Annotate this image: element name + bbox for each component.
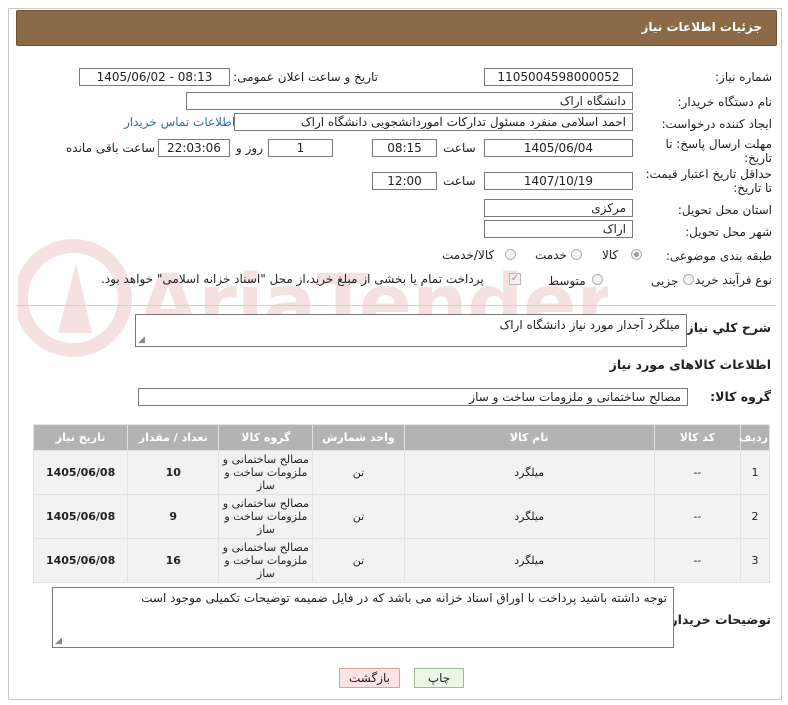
need-number-label: شماره نیاز:: [715, 70, 772, 84]
cell-group: مصالح ساختمانی و ملزومات ساخت و ساز: [218, 538, 314, 583]
price-validity-label: حداقل تاریخ اعتبار قیمت:: [645, 167, 772, 181]
price-validity-label-2: تا تاریخ:: [733, 181, 772, 195]
col-header-unit[interactable]: واحد شمارش: [312, 424, 405, 451]
table-header-row: ردیف کد کالا نام کالا واحد شمارش گروه کا…: [32, 424, 771, 451]
buyer-notes-textarea[interactable]: توجه داشته باشید پرداخت با اوراق اسناد خ…: [52, 587, 674, 648]
col-header-date[interactable]: تاریخ نیاز: [32, 424, 129, 451]
process-radio-medium[interactable]: [592, 274, 603, 285]
items-table: ردیف کد کالا نام کالا واحد شمارش گروه کا…: [32, 424, 771, 583]
header-bar: جزئیات اطلاعات نیاز: [16, 10, 777, 46]
category-option-goods: کالا: [602, 248, 619, 262]
deadline-time-label: ساعت: [443, 141, 476, 155]
cell-quantity: 9: [127, 494, 220, 539]
cell-quantity: 16: [127, 538, 220, 583]
need-number-field[interactable]: 1105004598000052: [484, 68, 633, 86]
deadline-time-field[interactable]: 08:15: [372, 139, 437, 157]
announce-label: تاریخ و ساعت اعلان عمومی:: [233, 70, 378, 84]
print-button[interactable]: چاپ: [414, 668, 464, 688]
col-header-quantity[interactable]: تعداد / مقدار: [127, 424, 220, 451]
goods-group-label: گروه کالا:: [710, 389, 771, 404]
cell-quantity: 10: [127, 450, 220, 495]
cell-name: میلگرد: [403, 538, 655, 583]
cell-date: 1405/06/08: [32, 494, 129, 539]
resize-grip-icon[interactable]: ◢: [138, 335, 145, 345]
creator-label: ایجاد کننده درخواست:: [661, 117, 772, 131]
cell-group: مصالح ساختمانی و ملزومات ساخت و ساز: [218, 450, 314, 495]
summary-textarea[interactable]: میلگرد آجدار مورد نیاز دانشگاه اراک ◢: [135, 314, 687, 347]
process-label: نوع فرآیند خرید :: [687, 273, 772, 287]
goods-section-title: اطلاعات کالاهای مورد نیاز: [609, 357, 771, 372]
col-header-group[interactable]: گروه کالا: [218, 424, 314, 451]
process-option-medium: متوسط: [548, 274, 586, 288]
buyer-org-label: نام دستگاه خریدار:: [677, 95, 773, 109]
col-header-name[interactable]: نام کالا: [403, 424, 655, 451]
cell-unit: تن: [312, 538, 405, 583]
cell-row-number: 2: [739, 494, 771, 539]
deadline-label-2: تاریخ:: [744, 151, 772, 165]
table-row[interactable]: 1 -- میلگرد تن مصالح ساختمانی و ملزومات …: [32, 450, 771, 495]
process-radio-minor[interactable]: [683, 274, 694, 285]
cell-date: 1405/06/08: [32, 450, 129, 495]
process-option-minor: جزیی: [651, 274, 679, 288]
category-option-service: خدمت: [535, 248, 567, 262]
remaining-time-field[interactable]: 22:03:06: [158, 139, 230, 157]
category-radio-goods-service[interactable]: [505, 249, 516, 260]
contact-info-link[interactable]: اطلاعات تماس خریدار: [124, 115, 235, 129]
cell-code: --: [653, 494, 741, 539]
treasury-payment-note: پرداخت تمام یا بخشی از مبلغ خرید،از محل …: [101, 272, 484, 286]
cell-name: میلگرد: [403, 450, 655, 495]
cell-group: مصالح ساختمانی و ملزومات ساخت و ساز: [218, 494, 314, 539]
buyer-notes-label: توضیحات خریدار:: [665, 612, 771, 627]
cell-code: --: [653, 538, 741, 583]
cell-code: --: [653, 450, 741, 495]
page-title: جزئیات اطلاعات نیاز: [641, 20, 762, 34]
buyer-org-field[interactable]: دانشگاه اراک: [186, 92, 633, 110]
resize-grip-icon[interactable]: ◢: [55, 636, 62, 646]
table-row[interactable]: 2 -- میلگرد تن مصالح ساختمانی و ملزومات …: [32, 494, 771, 539]
province-field[interactable]: مرکزی: [484, 199, 633, 217]
summary-label: شرح کلي نياز:: [681, 320, 771, 335]
buyer-notes-text: توجه داشته باشید پرداخت با اوراق اسناد خ…: [141, 591, 667, 605]
deadline-label: مهلت ارسال پاسخ: تا: [665, 137, 772, 151]
cell-unit: تن: [312, 450, 405, 495]
days-label: روز و: [236, 141, 263, 155]
city-field[interactable]: اراک: [484, 220, 633, 238]
days-remaining-field[interactable]: 1: [268, 139, 333, 157]
col-header-row-number[interactable]: ردیف: [739, 424, 771, 451]
col-header-code[interactable]: کد کالا: [653, 424, 741, 451]
cell-unit: تن: [312, 494, 405, 539]
treasury-payment-checkbox[interactable]: ✓: [509, 273, 521, 285]
province-label: استان محل تحویل:: [677, 203, 772, 217]
price-validity-time-field[interactable]: 12:00: [372, 172, 437, 190]
category-option-goods-service: کالا/خدمت: [442, 248, 495, 262]
summary-text: میلگرد آجدار مورد نیاز دانشگاه اراک: [499, 318, 680, 332]
cell-date: 1405/06/08: [32, 538, 129, 583]
cell-row-number: 3: [739, 538, 771, 583]
divider: [16, 305, 776, 306]
city-label: شهر محل تحویل:: [685, 225, 772, 239]
category-radio-goods[interactable]: [631, 249, 642, 260]
category-radio-service[interactable]: [571, 249, 582, 260]
creator-field[interactable]: احمد اسلامی منفرد مسئول تدارکات اموردانش…: [234, 113, 633, 131]
price-validity-time-label: ساعت: [443, 174, 476, 188]
category-label: طبقه بندی موضوعی:: [665, 249, 772, 263]
cell-row-number: 1: [739, 450, 771, 495]
back-button[interactable]: بازگشت: [339, 668, 400, 688]
price-validity-date-field[interactable]: 1407/10/19: [484, 172, 633, 190]
cell-name: میلگرد: [403, 494, 655, 539]
goods-group-field[interactable]: مصالح ساختمانی و ملزومات ساخت و ساز: [138, 388, 688, 406]
table-row[interactable]: 3 -- میلگرد تن مصالح ساختمانی و ملزومات …: [32, 538, 771, 583]
remaining-time-label: ساعت باقی مانده: [66, 141, 156, 155]
deadline-date-field[interactable]: 1405/06/04: [484, 139, 633, 157]
announce-field[interactable]: 1405/06/02 - 08:13: [79, 68, 230, 86]
